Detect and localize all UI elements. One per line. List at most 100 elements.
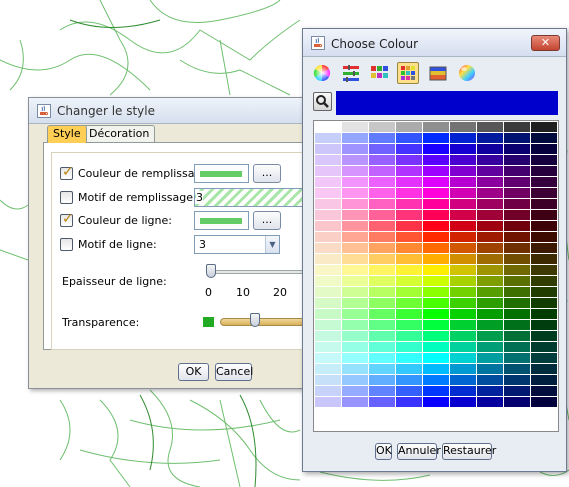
palette-cell[interactable] xyxy=(315,177,341,187)
palette-cell[interactable] xyxy=(504,364,530,374)
palette-cell[interactable] xyxy=(396,232,422,242)
palette-cell[interactable] xyxy=(396,265,422,275)
palette-cell[interactable] xyxy=(531,122,557,132)
palette-cell[interactable] xyxy=(342,210,368,220)
palette-cell[interactable] xyxy=(531,221,557,231)
palette-cell[interactable] xyxy=(369,133,395,143)
palette-cell[interactable] xyxy=(342,331,368,341)
palette-cell[interactable] xyxy=(396,276,422,286)
palette-cell[interactable] xyxy=(423,265,449,275)
palette-cell[interactable] xyxy=(531,342,557,352)
palette-cell[interactable] xyxy=(369,177,395,187)
palette-cell[interactable] xyxy=(450,155,476,165)
palette-cell[interactable] xyxy=(450,122,476,132)
palette-cell[interactable] xyxy=(423,298,449,308)
palette-cell[interactable] xyxy=(531,188,557,198)
palette-cell[interactable] xyxy=(396,298,422,308)
palette-cell[interactable] xyxy=(504,386,530,396)
palette-cell[interactable] xyxy=(504,309,530,319)
palette-cell[interactable] xyxy=(504,265,530,275)
palette-cell[interactable] xyxy=(315,122,341,132)
palette-cell[interactable] xyxy=(450,298,476,308)
palette-cell[interactable] xyxy=(315,133,341,143)
palette-cell[interactable] xyxy=(315,397,341,407)
palette-cell[interactable] xyxy=(396,287,422,297)
palette-cell[interactable] xyxy=(504,331,530,341)
palette-cell[interactable] xyxy=(315,188,341,198)
palette-cell[interactable] xyxy=(504,397,530,407)
palette-cell[interactable] xyxy=(369,221,395,231)
search-button[interactable] xyxy=(313,92,332,111)
palette-cell[interactable] xyxy=(504,210,530,220)
palette-cell[interactable] xyxy=(315,199,341,209)
palette-cell[interactable] xyxy=(396,386,422,396)
palette-cell[interactable] xyxy=(477,243,503,253)
palette-cell[interactable] xyxy=(369,287,395,297)
palette-cell[interactable] xyxy=(531,166,557,176)
cancel-button[interactable]: Annuler xyxy=(397,443,441,460)
palette-cell[interactable] xyxy=(504,177,530,187)
palette-cell[interactable] xyxy=(315,166,341,176)
fill-color-checkbox[interactable]: ✓ xyxy=(60,164,74,180)
palette-cell[interactable] xyxy=(342,199,368,209)
palette-cell[interactable] xyxy=(342,144,368,154)
palette-cell[interactable] xyxy=(477,353,503,363)
palette-cell[interactable] xyxy=(531,331,557,341)
palette-cell[interactable] xyxy=(477,254,503,264)
palette-cell[interactable] xyxy=(531,254,557,264)
transparency-slider-thumb[interactable] xyxy=(250,313,260,327)
tab-style[interactable]: Style xyxy=(47,125,87,143)
palette-cell[interactable] xyxy=(315,375,341,385)
palette-cell[interactable] xyxy=(342,298,368,308)
palette-cell[interactable] xyxy=(423,276,449,286)
palette-cell[interactable] xyxy=(477,364,503,374)
palette-cell[interactable] xyxy=(531,243,557,253)
palette-cell[interactable] xyxy=(531,210,557,220)
style-dialog-titlebar[interactable]: Changer le style xyxy=(29,98,317,124)
palette-cell[interactable] xyxy=(342,265,368,275)
palette-cell[interactable] xyxy=(342,221,368,231)
palette-cell[interactable] xyxy=(369,210,395,220)
tab-decoration[interactable]: Décoration xyxy=(83,125,156,142)
palette-cell[interactable] xyxy=(477,386,503,396)
palette-cell[interactable] xyxy=(342,254,368,264)
palette-cell[interactable] xyxy=(396,199,422,209)
palette-cell[interactable] xyxy=(504,276,530,286)
palette-cell[interactable] xyxy=(423,320,449,330)
palette-cell[interactable] xyxy=(450,177,476,187)
line-pattern-select[interactable]: 3 ▼ xyxy=(194,235,280,254)
palette-cell[interactable] xyxy=(450,386,476,396)
palette-cell[interactable] xyxy=(423,375,449,385)
palette-cell[interactable] xyxy=(450,199,476,209)
close-button[interactable]: ✕ xyxy=(531,35,560,51)
palette-cell[interactable] xyxy=(396,210,422,220)
palette-cell[interactable] xyxy=(450,265,476,275)
palette-cell[interactable] xyxy=(423,155,449,165)
palette-cell[interactable] xyxy=(342,276,368,286)
palette-cell[interactable] xyxy=(450,353,476,363)
fill-color-swatch[interactable] xyxy=(194,164,249,183)
palette-cell[interactable] xyxy=(369,386,395,396)
palette-cell[interactable] xyxy=(504,232,530,242)
palette-cell[interactable] xyxy=(315,309,341,319)
palette-cell[interactable] xyxy=(396,177,422,187)
line-color-pick-button[interactable]: ... xyxy=(253,211,281,230)
palette-cell[interactable] xyxy=(369,144,395,154)
palette-cell[interactable] xyxy=(396,397,422,407)
palette-cell[interactable] xyxy=(369,309,395,319)
palette-cell[interactable] xyxy=(477,133,503,143)
palette-cell[interactable] xyxy=(423,199,449,209)
palette-cell[interactable] xyxy=(396,331,422,341)
palette-cell[interactable] xyxy=(369,320,395,330)
palette-cell[interactable] xyxy=(342,133,368,143)
palette-cell[interactable] xyxy=(504,166,530,176)
palette-cell[interactable] xyxy=(504,155,530,165)
palette-cell[interactable] xyxy=(450,276,476,286)
palette-cell[interactable] xyxy=(450,243,476,253)
palette-cell[interactable] xyxy=(315,386,341,396)
palette-cell[interactable] xyxy=(450,309,476,319)
palette-cell[interactable] xyxy=(342,243,368,253)
palette-cell[interactable] xyxy=(423,177,449,187)
palette-cell[interactable] xyxy=(531,144,557,154)
palette-cell[interactable] xyxy=(450,375,476,385)
